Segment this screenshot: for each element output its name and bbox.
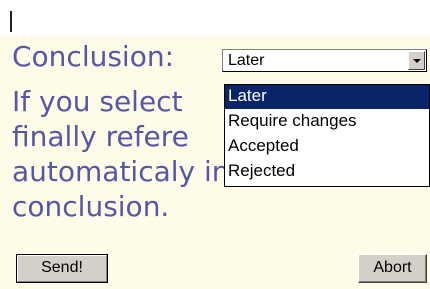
conclusion-select-value: Later [228, 52, 265, 69]
abort-button-label: Abort [373, 259, 412, 276]
conclusion-dropdown-list[interactable]: Later Require changes Accepted Rejected [224, 84, 430, 187]
send-button[interactable]: Send! [16, 254, 108, 283]
dropdown-option-rejected[interactable]: Rejected [225, 160, 429, 184]
dropdown-option-accepted[interactable]: Accepted [225, 135, 429, 159]
conclusion-label: Conclusion: [12, 40, 175, 73]
dropdown-option-require-changes[interactable]: Require changes [225, 110, 429, 134]
comment-text-area[interactable] [0, 0, 430, 36]
abort-button[interactable]: Abort [358, 254, 427, 283]
conclusion-form-panel: Conclusion: If you select finally refere… [0, 0, 430, 289]
send-button-label: Send! [41, 259, 83, 276]
conclusion-select[interactable]: Later [222, 49, 427, 72]
dropdown-option-later[interactable]: Later [225, 85, 429, 109]
chevron-down-icon [413, 59, 421, 63]
text-cursor [10, 11, 12, 32]
message-line: conclusion. [12, 190, 170, 223]
dropdown-arrow-button[interactable] [408, 51, 425, 70]
